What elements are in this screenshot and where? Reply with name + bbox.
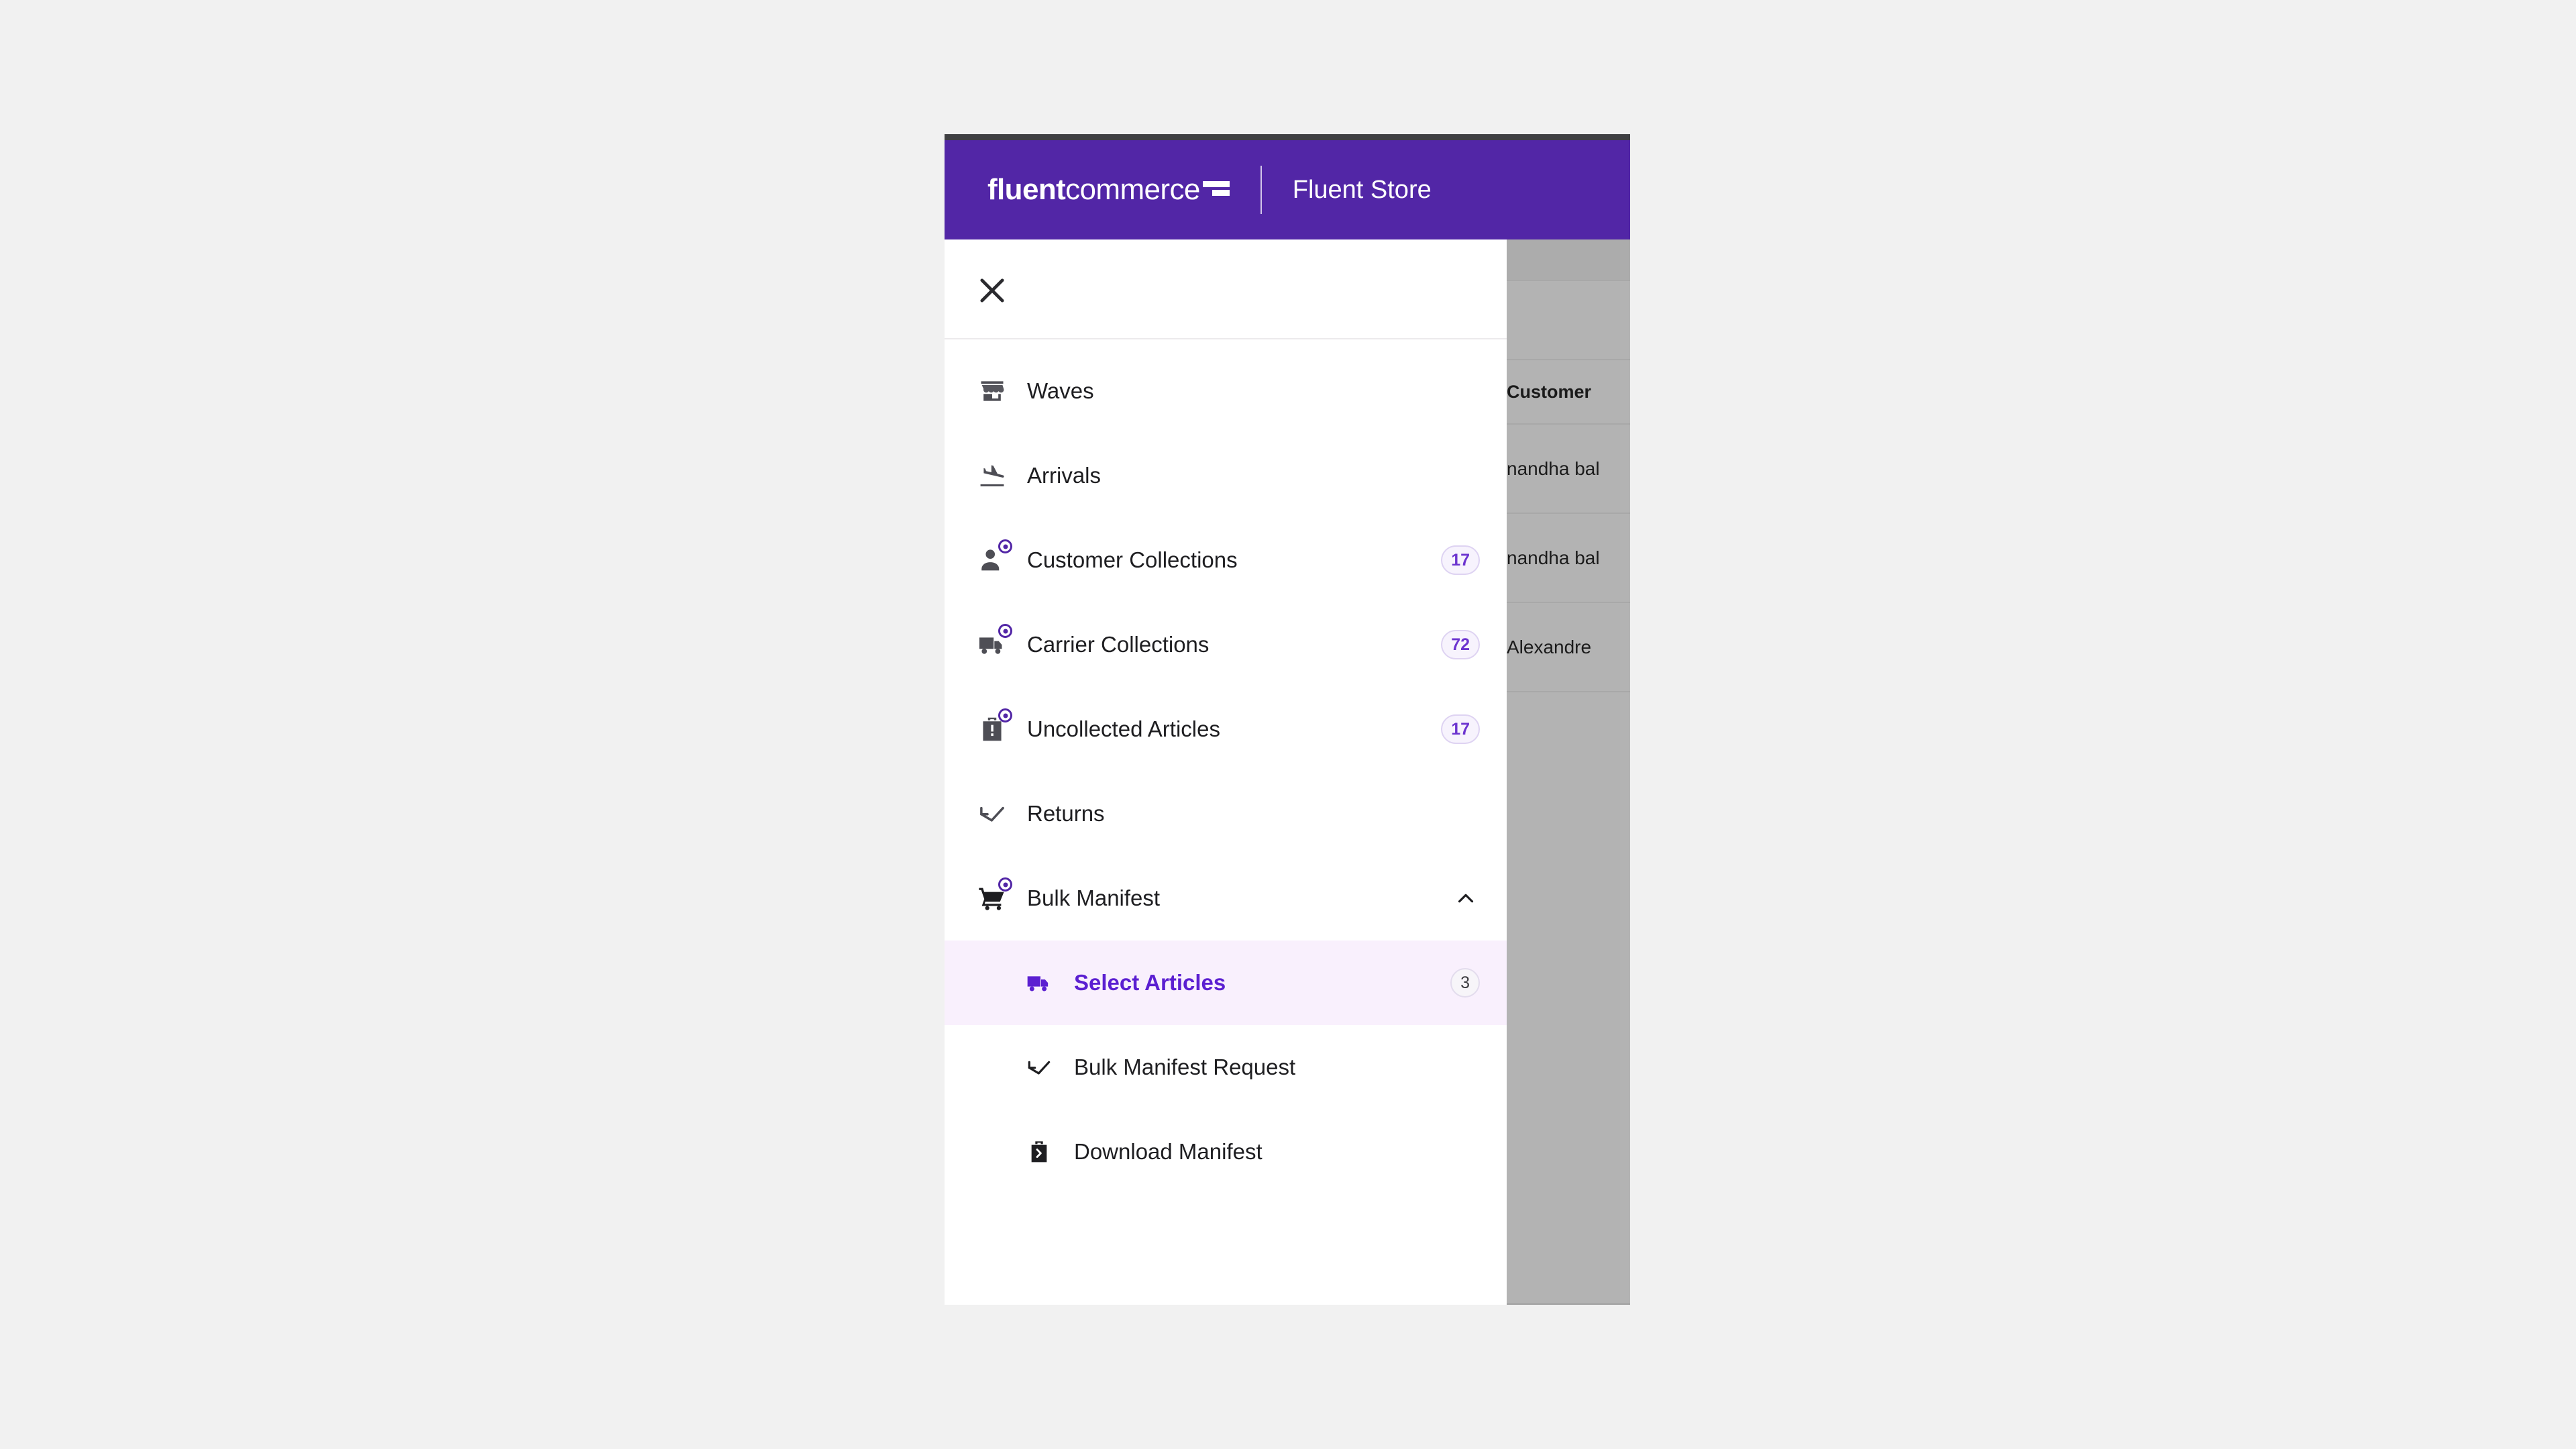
navigation-drawer: Waves Arrivals [945,239,1507,1305]
sidebar-item-label: Bulk Manifest [1027,885,1160,911]
column-header-customer: Customer [1507,382,1591,402]
navigation-list: Waves Arrivals [945,339,1507,1194]
sidebar-item-returns[interactable]: Returns [945,771,1507,856]
sidebar-item-arrivals[interactable]: Arrivals [945,433,1507,518]
flight-landing-icon [975,458,1010,493]
cell-customer: Alexandre [1507,637,1591,658]
table-header-row: Customer [1505,360,1630,425]
truck-icon [1022,965,1057,1000]
sidebar-item-label: Customer Collections [1027,547,1238,573]
table-row: Alexandre [1505,603,1630,692]
logo-light-text: commerce [1065,173,1200,207]
bag-alert-icon [975,712,1010,747]
return-arrow-icon [1022,1050,1057,1085]
sidebar-item-label: Bulk Manifest Request [1074,1055,1295,1080]
sidebar-item-customer-collections[interactable]: Customer Collections 17 [945,518,1507,602]
sidebar-item-label: Uncollected Articles [1027,716,1220,742]
chevron-up-icon[interactable] [1452,884,1480,912]
backdrop-toolbar-band [1505,239,1630,281]
sidebar-item-bulk-manifest-request[interactable]: Bulk Manifest Request [945,1025,1507,1110]
table-row: nandha bal [1505,514,1630,603]
person-icon [975,543,1010,578]
notification-dot-badge [998,708,1012,722]
header-divider [1260,166,1262,214]
header-top-strip [945,134,1630,140]
sidebar-item-waves[interactable]: Waves [945,349,1507,433]
storefront-icon [975,374,1010,409]
dimmed-background-table: Customer nandha bal nandha bal Alexandre [1503,239,1630,1305]
table-bottom-border [1505,1303,1630,1305]
sidebar-item-label: Carrier Collections [1027,632,1209,657]
close-icon[interactable] [975,273,1010,308]
sidebar-item-label: Returns [1027,801,1105,826]
sidebar-item-select-articles[interactable]: Select Articles 3 [945,941,1507,1025]
bag-download-icon [1022,1134,1057,1169]
app-header: fluent commerce Fluent Store [945,134,1630,239]
fluent-commerce-bars-mark-icon [1203,178,1230,201]
status-badge: 3 [1450,968,1480,998]
application-window: fluent commerce Fluent Store Customer na… [945,134,1630,1305]
notification-dot-badge [998,539,1012,553]
status-badge: 17 [1441,714,1480,744]
status-badge: 72 [1441,630,1480,659]
table-row: nandha bal [1505,425,1630,514]
backdrop-filter-band [1505,281,1630,360]
truck-icon [975,627,1010,662]
sidebar-item-carrier-collections[interactable]: Carrier Collections 72 [945,602,1507,687]
sidebar-item-download-manifest[interactable]: Download Manifest [945,1110,1507,1194]
notification-dot-badge [998,877,1012,892]
sidebar-item-label: Arrivals [1027,463,1101,488]
cell-customer: nandha bal [1507,458,1600,480]
return-arrow-icon [975,796,1010,831]
sidebar-item-uncollected-articles[interactable]: Uncollected Articles 17 [945,687,1507,771]
drawer-close-row [945,239,1507,339]
cell-customer: nandha bal [1507,547,1600,569]
sidebar-item-label: Select Articles [1074,970,1226,996]
fluent-commerce-logo[interactable]: fluent commerce [987,173,1230,207]
logo-bold-text: fluent [987,173,1065,207]
status-badge: 17 [1441,545,1480,575]
sidebar-item-label: Download Manifest [1074,1139,1263,1165]
brand-row: fluent commerce Fluent Store [945,140,1630,239]
sidebar-item-label: Waves [1027,378,1094,404]
notification-dot-badge [998,624,1012,638]
sidebar-item-bulk-manifest[interactable]: Bulk Manifest [945,856,1507,941]
store-name-label: Fluent Store [1293,176,1432,205]
shopping-cart-icon [975,881,1010,916]
